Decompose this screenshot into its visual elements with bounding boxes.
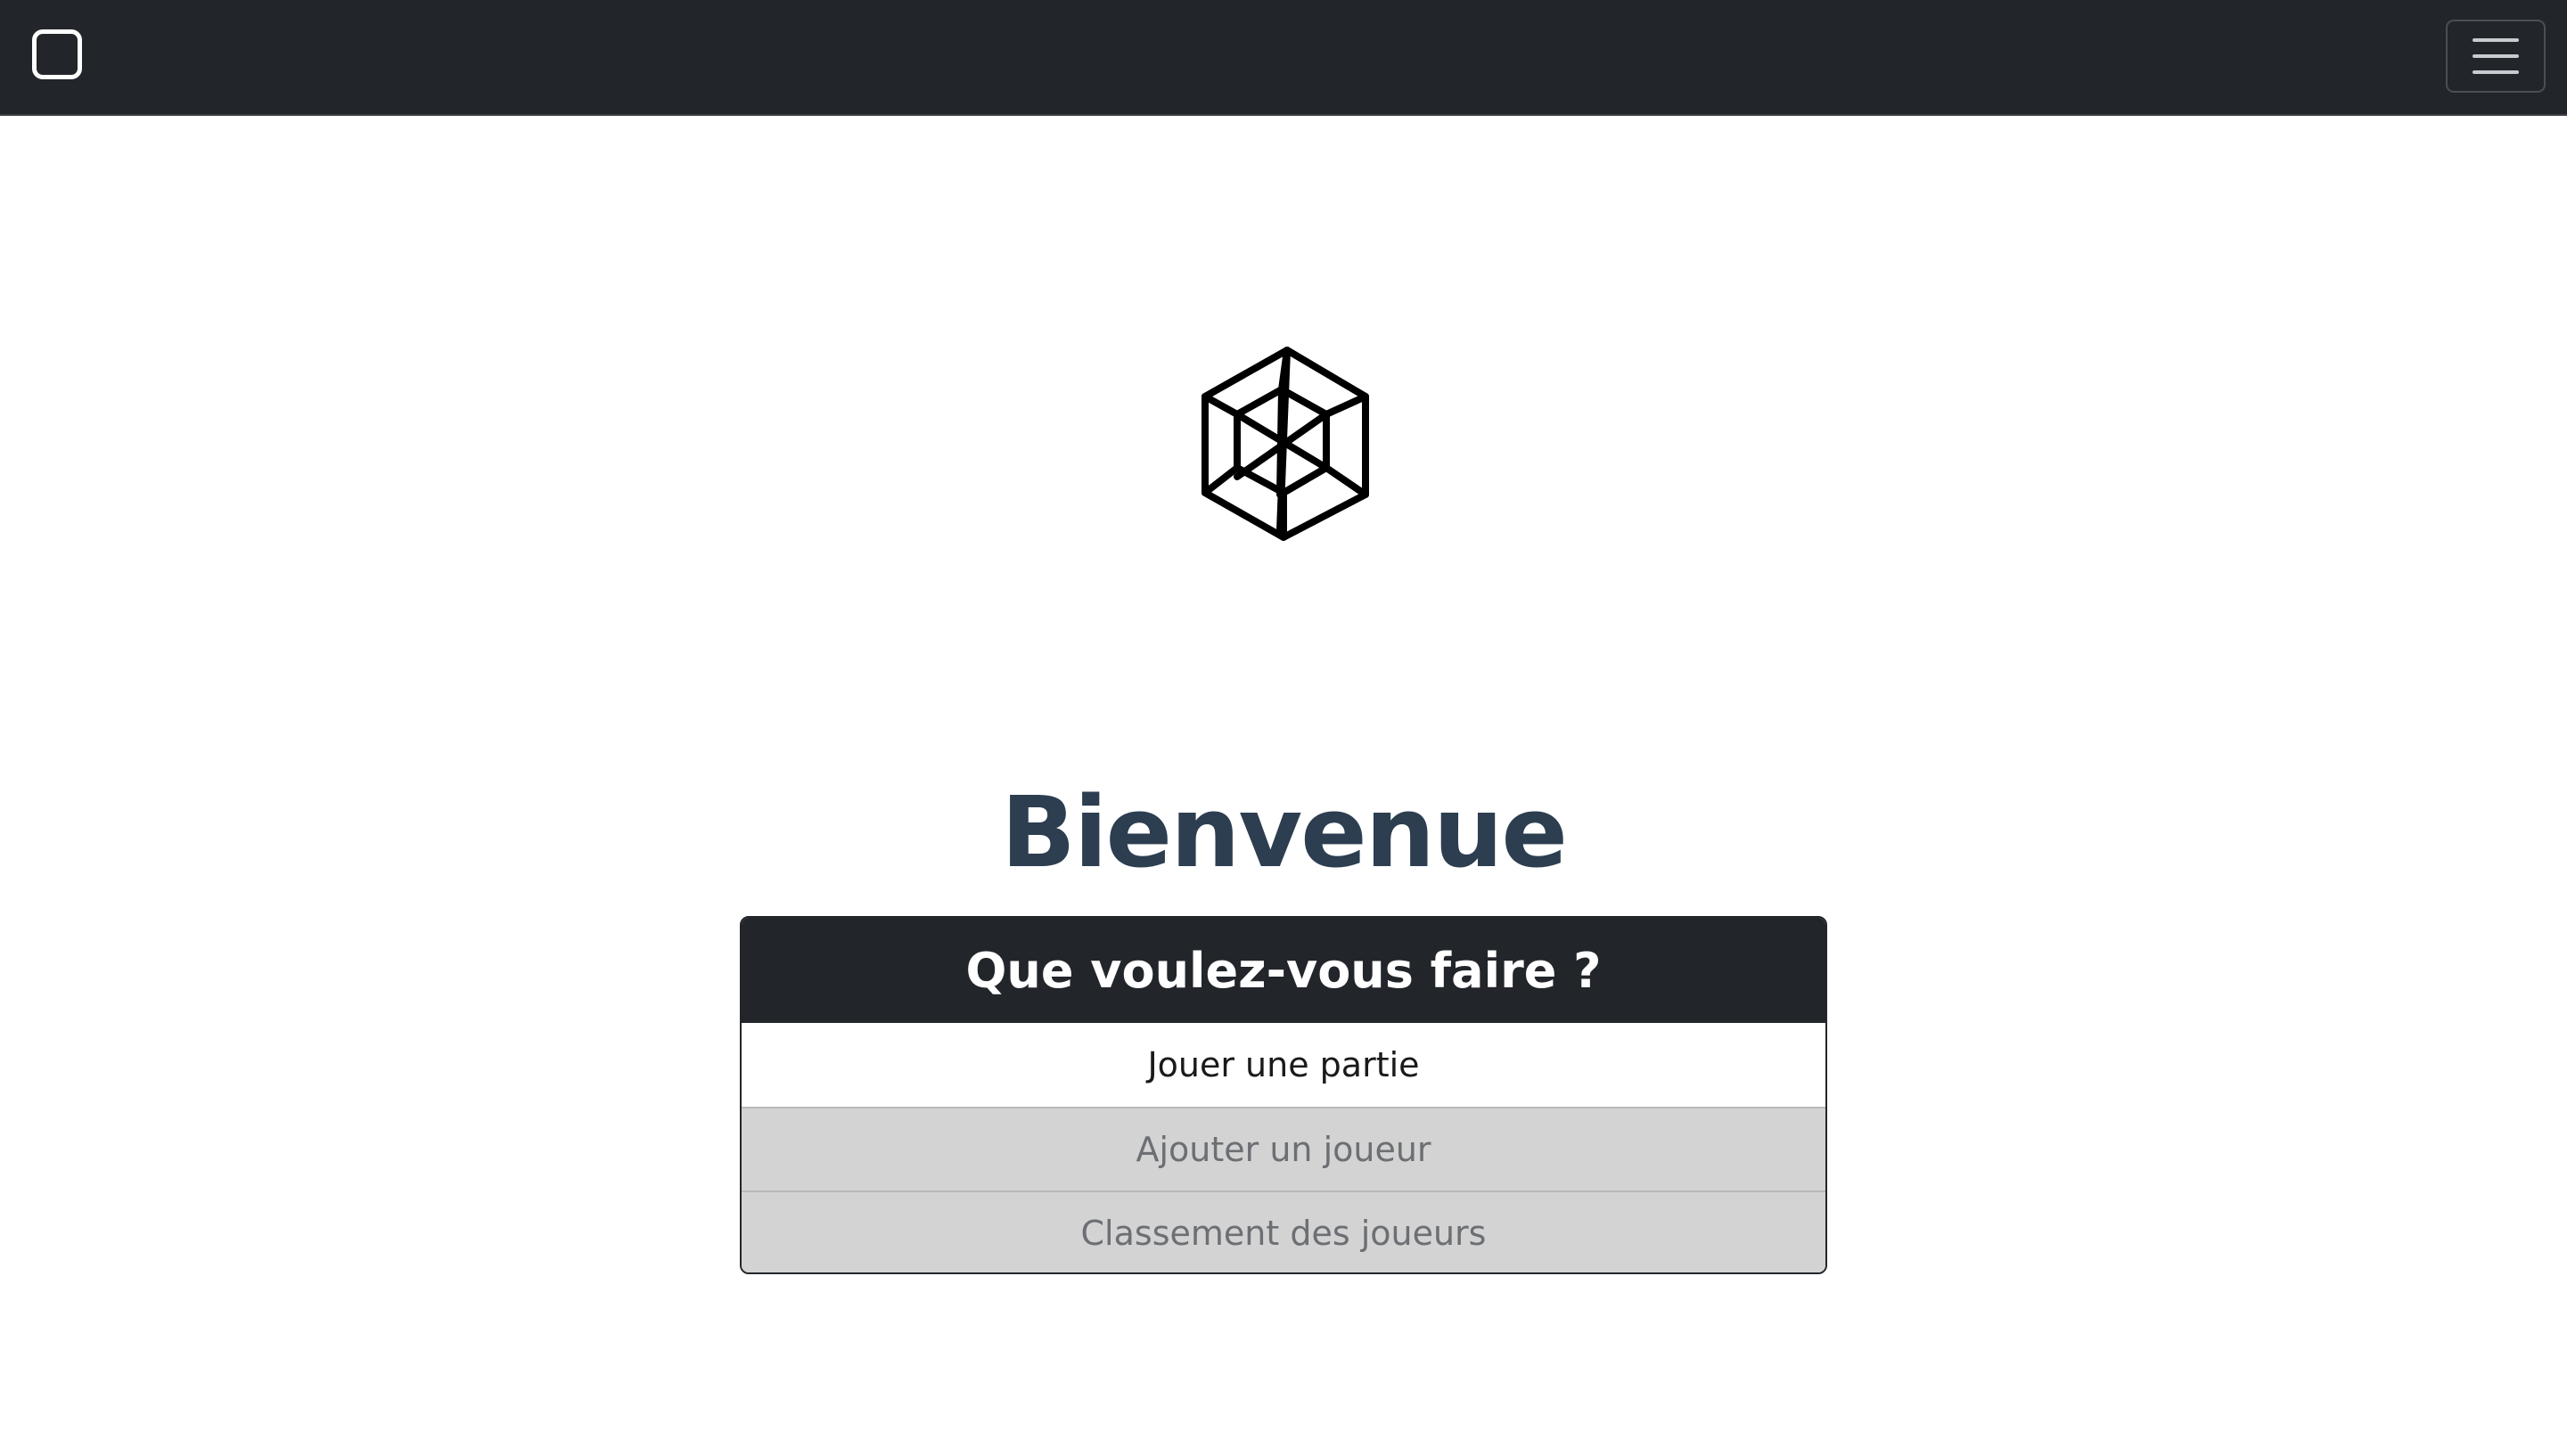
menu-item-add-player[interactable]: Ajouter un joueur <box>742 1107 1825 1190</box>
hamburger-menu-icon <box>2473 38 2519 74</box>
menu-header: Que voulez-vous faire ? <box>742 918 1825 1023</box>
menu-item-player-ranking[interactable]: Classement des joueurs <box>742 1190 1825 1272</box>
hypercube-icon <box>1201 347 1369 541</box>
menu-item-play-game[interactable]: Jouer une partie <box>742 1023 1825 1107</box>
page-title: Bienvenue <box>1001 774 1568 889</box>
navbar-toggler-button[interactable] <box>2446 20 2546 93</box>
brand-square-icon[interactable] <box>32 29 82 79</box>
action-menu-card: Que voulez-vous faire ? Jouer une partie… <box>740 916 1827 1274</box>
navbar <box>0 0 2567 116</box>
